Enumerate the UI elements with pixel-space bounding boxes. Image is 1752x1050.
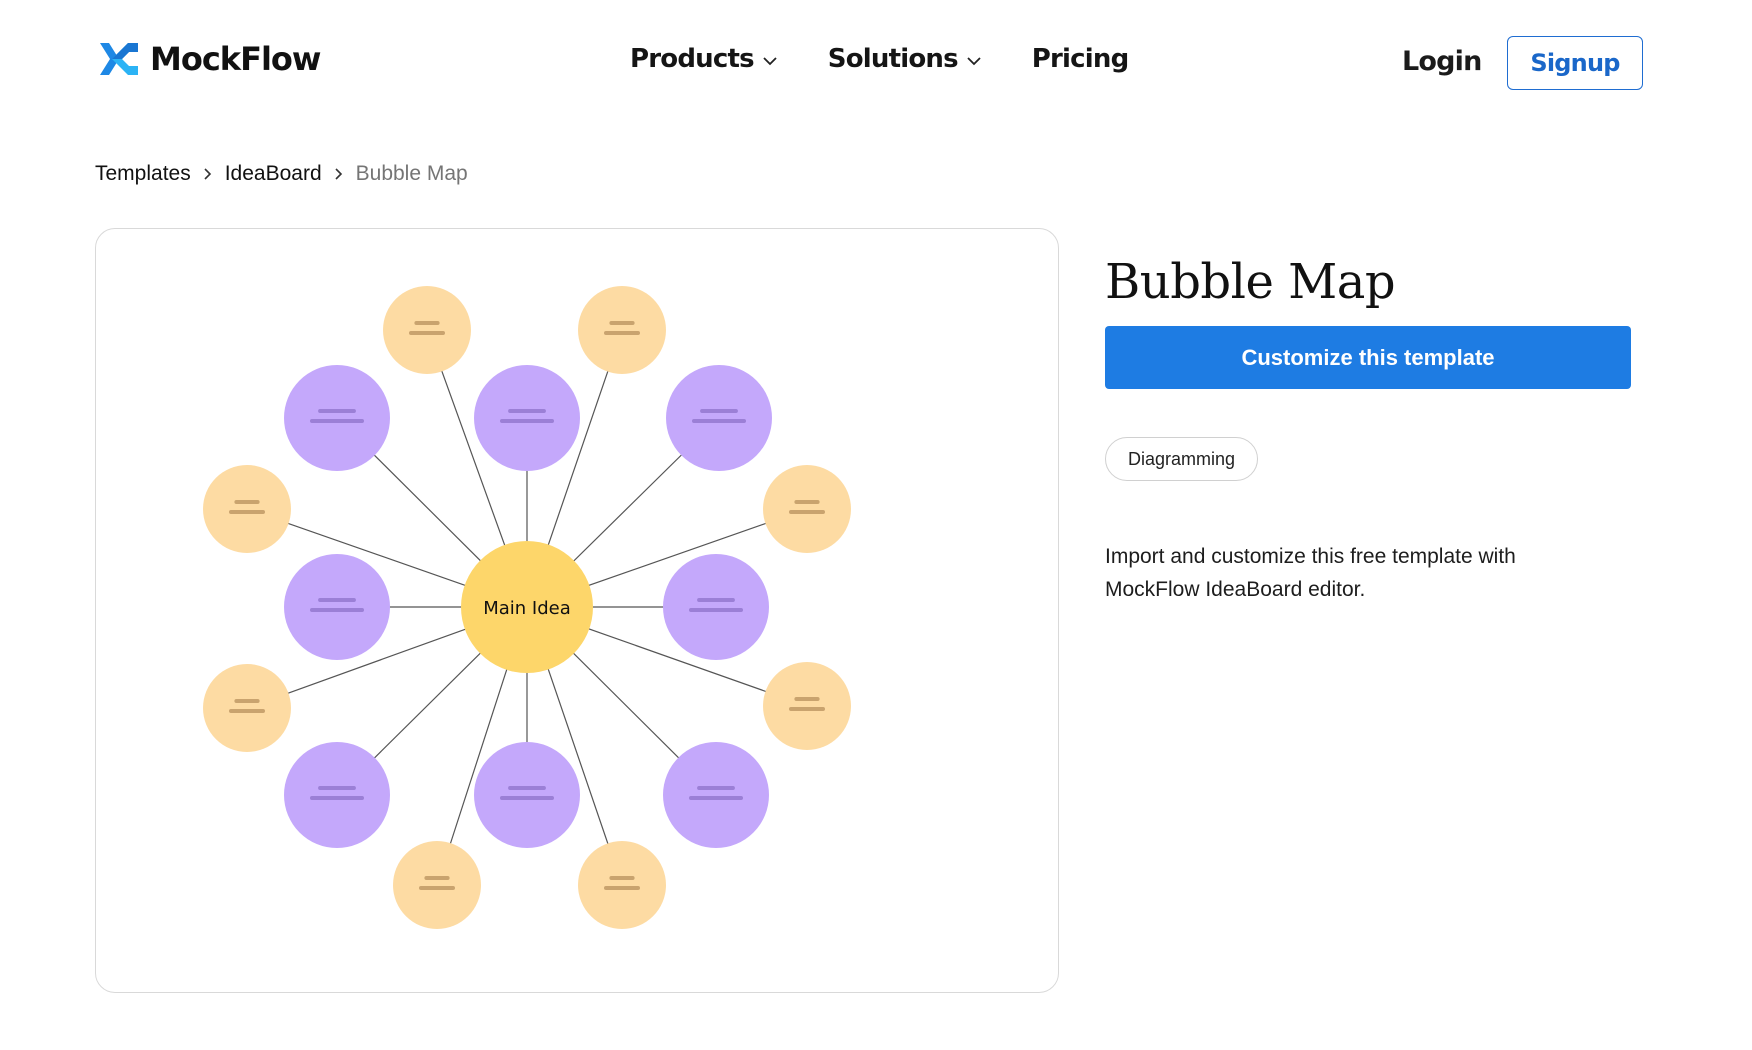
- breadcrumb-current: Bubble Map: [355, 162, 468, 185]
- brand-name: MockFlow: [150, 40, 321, 78]
- inner-bubble: [474, 365, 580, 471]
- site-header: MockFlow Products Solutions Pricing Logi…: [0, 0, 1752, 120]
- outer-bubble: [578, 286, 666, 374]
- page-title: Bubble Map: [1105, 254, 1396, 311]
- nav-solutions[interactable]: Solutions: [828, 44, 982, 74]
- nav-products-label: Products: [630, 44, 755, 74]
- outer-bubble: [383, 286, 471, 374]
- outer-bubble: [393, 841, 481, 929]
- breadcrumb-templates[interactable]: Templates: [95, 162, 191, 186]
- chevron-down-icon: [763, 57, 777, 66]
- signup-button[interactable]: Signup: [1507, 36, 1643, 90]
- login-link[interactable]: Login: [1402, 46, 1482, 77]
- template-preview[interactable]: Main Idea: [95, 228, 1059, 993]
- inner-bubble: [663, 554, 769, 660]
- nav-products[interactable]: Products: [630, 44, 778, 74]
- chevron-right-icon: [203, 167, 213, 181]
- category-tag[interactable]: Diagramming: [1105, 437, 1259, 481]
- inner-bubble: [284, 742, 390, 848]
- inner-bubble: [474, 742, 580, 848]
- mockflow-logo-icon: [100, 43, 138, 75]
- inner-bubble: [284, 365, 390, 471]
- chevron-down-icon: [967, 57, 981, 66]
- inner-bubble: [284, 554, 390, 660]
- nav-solutions-label: Solutions: [827, 44, 959, 74]
- inner-bubble: [666, 365, 772, 471]
- breadcrumb: Templates IdeaBoard Bubble Map: [95, 162, 468, 186]
- outer-bubble: [763, 662, 851, 750]
- nav-pricing-label: Pricing: [1031, 44, 1129, 74]
- nav-pricing[interactable]: Pricing: [1032, 44, 1129, 74]
- customize-template-button[interactable]: Customize this template: [1105, 326, 1631, 389]
- outer-bubble: [203, 465, 291, 553]
- main-idea-label: Main Idea: [483, 598, 571, 619]
- outer-bubble: [578, 841, 666, 929]
- template-description: Import and customize this free template …: [1105, 545, 1516, 601]
- chevron-right-icon: [334, 167, 344, 181]
- inner-bubble: [663, 742, 769, 848]
- bubble-map-diagram: Main Idea: [203, 286, 851, 929]
- main-nav: Products Solutions Pricing: [630, 44, 1178, 74]
- outer-bubble: [203, 664, 291, 752]
- breadcrumb-ideaboard[interactable]: IdeaBoard: [225, 162, 322, 186]
- outer-bubble: [763, 465, 851, 553]
- mockflow-logo[interactable]: MockFlow: [98, 40, 321, 78]
